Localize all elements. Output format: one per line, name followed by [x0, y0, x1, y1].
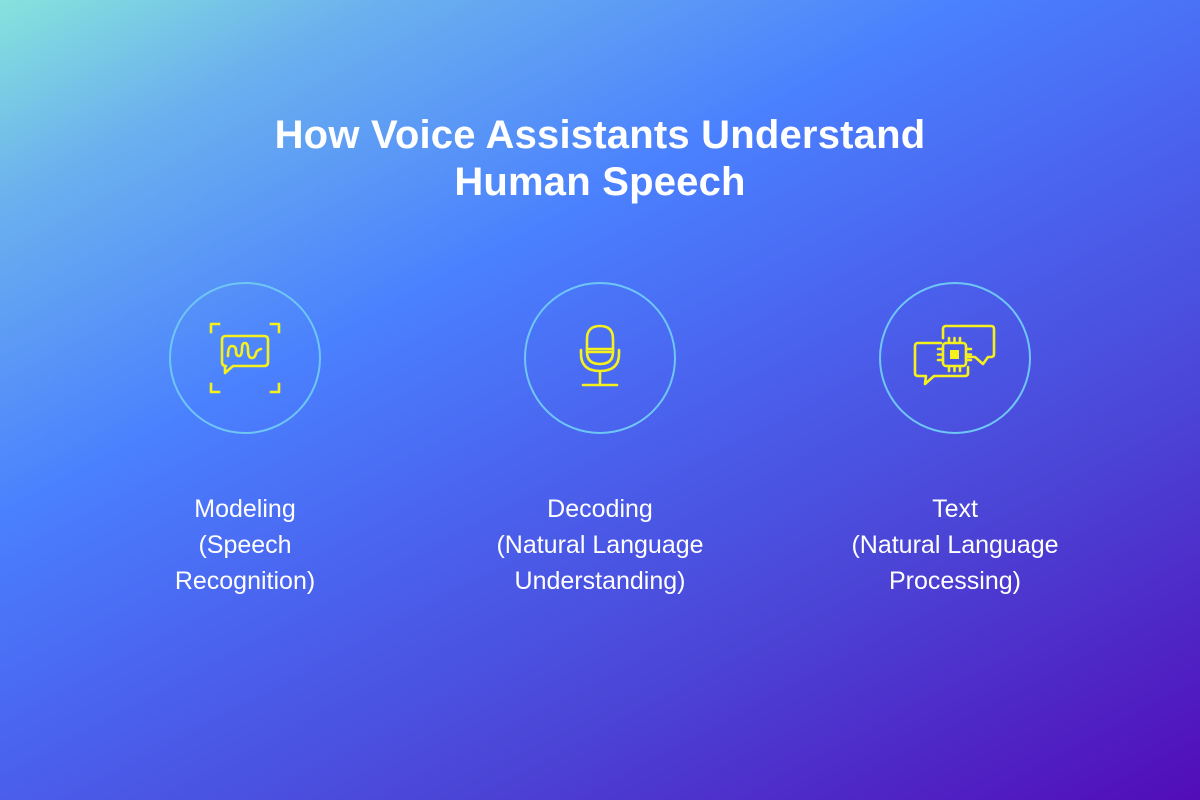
- step-subtitle-line: Recognition): [174, 567, 316, 595]
- step-modeling: Modeling (Speech Recognition): [95, 282, 395, 599]
- step-label: Modeling (Speech Recognition): [95, 491, 395, 599]
- step-subtitle-line: Understanding): [514, 567, 686, 595]
- page-title: How Voice Assistants Understand Human Sp…: [0, 112, 1200, 206]
- step-label: Text (Natural Language Processing): [805, 491, 1105, 599]
- step-title: Text: [932, 495, 978, 523]
- step-title: Modeling: [194, 495, 296, 523]
- microphone-icon: [579, 324, 621, 387]
- icon-circle: [169, 282, 321, 434]
- icon-circle: [879, 282, 1031, 434]
- step-subtitle-line: (Speech: [198, 531, 292, 559]
- step-subtitle-line: (Natural Language: [496, 531, 704, 559]
- step-subtitle-line: Processing): [889, 567, 1021, 595]
- title-line-1: How Voice Assistants Understand: [274, 113, 926, 157]
- step-label: Decoding (Natural Language Understanding…: [450, 491, 750, 599]
- step-subtitle-line: (Natural Language: [851, 531, 1059, 559]
- step-text: Text (Natural Language Processing): [805, 282, 1105, 599]
- icon-circle: [524, 282, 676, 434]
- step-title: Decoding: [547, 495, 653, 523]
- speech-recognition-icon: [209, 322, 281, 394]
- step-decoding: Decoding (Natural Language Understanding…: [450, 282, 750, 599]
- title-line-2: Human Speech: [454, 160, 746, 204]
- chat-processor-icon: [913, 324, 996, 386]
